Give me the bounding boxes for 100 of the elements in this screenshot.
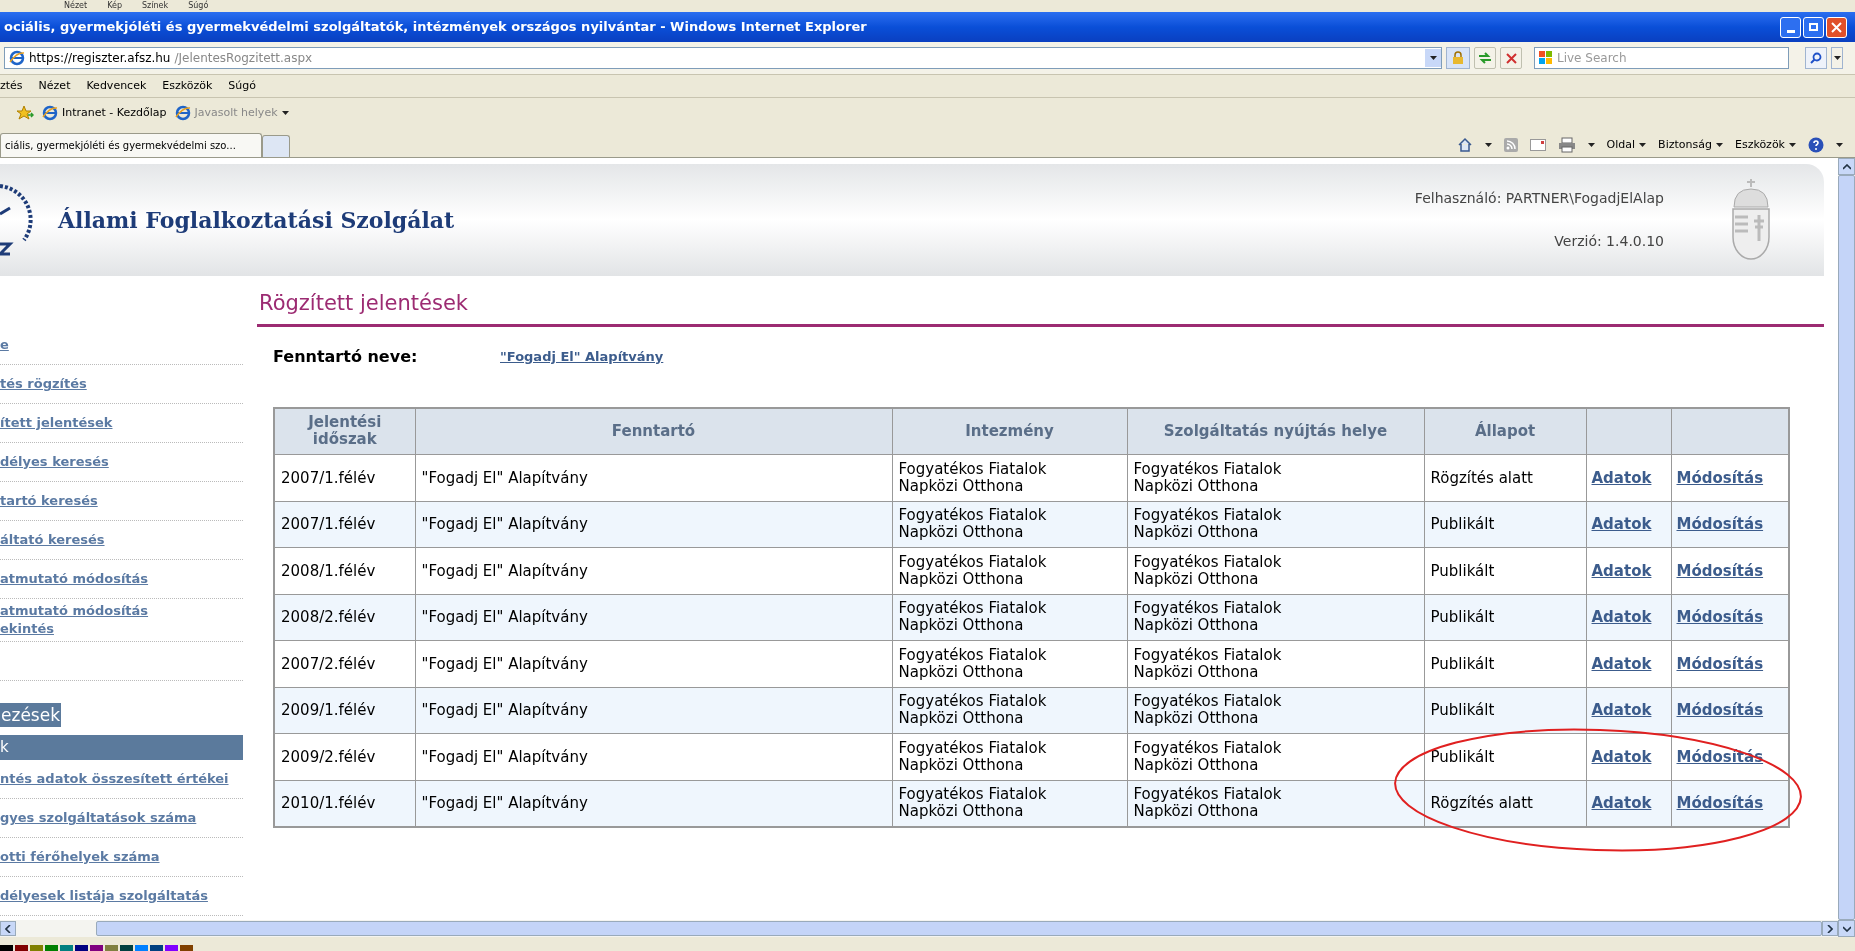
- table-cell: "Fogadj El" Alapítvány: [415, 454, 892, 501]
- user-label: Felhasználó: PARTNER\FogadjElAlap: [1414, 189, 1664, 208]
- search-options-button[interactable]: [1831, 47, 1843, 69]
- table-cell: "Fogadj El" Alapítvány: [415, 501, 892, 548]
- sidebar-link[interactable]: tés rögzítés: [0, 375, 87, 393]
- menu-item[interactable]: ztés: [0, 77, 23, 95]
- address-field[interactable]: https://regiszter.afsz.hu /JelentesRogzitett.aspx: [4, 47, 1442, 69]
- column-header: Fenntartó: [415, 407, 892, 455]
- caret-icon: [1484, 142, 1492, 147]
- command-menu[interactable]: Biztonság: [1658, 136, 1723, 153]
- stop-icon: [1505, 52, 1517, 64]
- table-cell: Fogyatékos Fiatalok Napközi Otthona: [892, 733, 1127, 780]
- browser-tab[interactable]: ciális, gyermekjóléti és gyermekvédelmi szo...: [0, 133, 262, 157]
- logo-text: Állami Foglalkoztatási Szolgálat: [58, 205, 455, 235]
- search-input[interactable]: Live Search: [1557, 48, 1788, 68]
- table-cell: Fogyatékos Fiatalok Napközi Otthona: [892, 454, 1127, 501]
- table-cell: Publikált: [1424, 733, 1586, 780]
- sidebar-link[interactable]: ített jelentések: [0, 414, 113, 432]
- refresh-button[interactable]: [1474, 47, 1496, 69]
- sidebar-link[interactable]: gyes szolgáltatások száma: [0, 809, 197, 827]
- table-cell: Publikált: [1424, 687, 1586, 734]
- refresh-icon: [1478, 52, 1492, 64]
- lock-icon[interactable]: [1446, 47, 1470, 69]
- table-cell: Publikált: [1424, 594, 1586, 641]
- stop-button[interactable]: [1500, 47, 1522, 69]
- favorite-link[interactable]: Intranet - Kezdőlap: [42, 104, 167, 122]
- column-header: Jelentési időszak: [274, 407, 415, 455]
- search-box[interactable]: Live Search: [1534, 47, 1789, 69]
- table-cell: 2007/1.félév: [274, 454, 415, 501]
- menu-item[interactable]: Eszközök: [162, 77, 213, 95]
- sidebar-link[interactable]: áltató keresés: [0, 531, 105, 549]
- caret-icon: [1639, 142, 1647, 147]
- help-icon[interactable]: [1808, 136, 1824, 153]
- table-cell: "Fogadj El" Alapítvány: [415, 594, 892, 641]
- caret-icon: [1429, 56, 1437, 60]
- home-icon[interactable]: [1456, 136, 1473, 153]
- sidebar-section-title: ezések: [0, 703, 61, 727]
- search-button[interactable]: [1805, 47, 1827, 69]
- sidebar-link[interactable]: atmutató módosítás: [0, 570, 149, 588]
- sidebar-link[interactable]: délyes keresés: [0, 453, 109, 471]
- table-cell: Publikált: [1424, 547, 1586, 594]
- arrow-down-icon: [1842, 925, 1851, 932]
- horizontal-scrollbar[interactable]: [0, 920, 1838, 937]
- caret-icon: [1836, 142, 1843, 147]
- menu-item[interactable]: Színek: [142, 1, 169, 10]
- menu-item[interactable]: Kedvencek: [86, 77, 147, 95]
- sidebar-group-header: k: [0, 735, 243, 760]
- table-cell: Publikált: [1424, 640, 1586, 687]
- mail-icon[interactable]: [1529, 138, 1546, 151]
- printer-icon[interactable]: [1557, 136, 1576, 153]
- table-cell: Rögzítés alatt: [1424, 454, 1586, 501]
- dropdown-button[interactable]: [1425, 49, 1441, 67]
- menu-item[interactable]: Súgó: [228, 77, 257, 95]
- search-icon: [1810, 52, 1822, 64]
- windows-logo-icon: [1539, 51, 1553, 65]
- sidebar-link[interactable]: ntés adatok összesített értékei: [0, 770, 229, 788]
- sidebar-link[interactable]: e: [0, 336, 9, 354]
- sidebar-link[interactable]: délyesek listája szolgáltatás: [0, 887, 208, 905]
- page-icon: [9, 50, 25, 66]
- scrollbar-thumb[interactable]: [96, 921, 1822, 936]
- version-label: Verzió: 1.4.0.10: [1554, 232, 1664, 251]
- table-cell: Fogyatékos Fiatalok Napközi Otthona: [1127, 640, 1424, 687]
- table-cell: Publikált: [1424, 501, 1586, 548]
- owner-link[interactable]: "Fogadj El" Alapítvány: [500, 346, 664, 367]
- menu-item[interactable]: Kép: [107, 1, 123, 10]
- table-cell: 2007/2.félév: [274, 640, 415, 687]
- sidebar-link[interactable]: atmutató módosítás ekintés: [0, 602, 149, 638]
- address-text: https://regiszter.afsz.hu: [29, 51, 171, 65]
- caret-icon: [1587, 142, 1595, 147]
- menu-item[interactable]: Súgó: [188, 1, 209, 10]
- command-menu[interactable]: Oldal: [1606, 136, 1647, 153]
- column-header: Szolgáltatás nyújtás helye: [1127, 407, 1424, 455]
- table-cell: Fogyatékos Fiatalok Napközi Otthona: [1127, 687, 1424, 734]
- sidebar-link[interactable]: tartó keresés: [0, 492, 98, 510]
- restore-button[interactable]: [1803, 16, 1824, 38]
- table-cell: Fogyatékos Fiatalok Napközi Otthona: [1127, 594, 1424, 641]
- table-cell: "Fogadj El" Alapítvány: [415, 687, 892, 734]
- minimize-button[interactable]: [1780, 16, 1801, 38]
- caret-icon: [1789, 142, 1796, 147]
- menu-item[interactable]: Nézet: [38, 77, 71, 95]
- table-cell: 2008/1.félév: [274, 547, 415, 594]
- window-title: ociális, gyermekjóléti és gyermekvédelmi szolgáltatók, intézmények országos nyilvántar - Windows Internet Explorer: [3, 18, 867, 37]
- table-cell: Fogyatékos Fiatalok Napközi Otthona: [1127, 501, 1424, 548]
- command-menu[interactable]: Eszközök: [1734, 136, 1796, 153]
- address-path: /JelentesRogzitett.aspx: [174, 50, 313, 67]
- browser-icon: [174, 105, 191, 121]
- table-cell: Fogyatékos Fiatalok Napközi Otthona: [1127, 454, 1424, 501]
- feed-icon[interactable]: [1503, 137, 1518, 152]
- close-icon: [1831, 21, 1842, 33]
- owner-label: Fenntartó neve:: [273, 345, 419, 368]
- menu-item[interactable]: Nézet: [64, 1, 88, 10]
- caret-icon: [1715, 142, 1723, 147]
- table-cell: Fogyatékos Fiatalok Napközi Otthona: [892, 547, 1127, 594]
- column-header: Állapot: [1424, 407, 1586, 455]
- favorites-star-icon[interactable]: [16, 105, 34, 121]
- close-button[interactable]: [1826, 16, 1847, 38]
- sidebar-link[interactable]: otti férőhelyek száma: [0, 848, 160, 866]
- caret-icon: [1833, 56, 1841, 60]
- table-cell: Fogyatékos Fiatalok Napközi Otthona: [892, 640, 1127, 687]
- arrow-up-icon: [1842, 163, 1851, 170]
